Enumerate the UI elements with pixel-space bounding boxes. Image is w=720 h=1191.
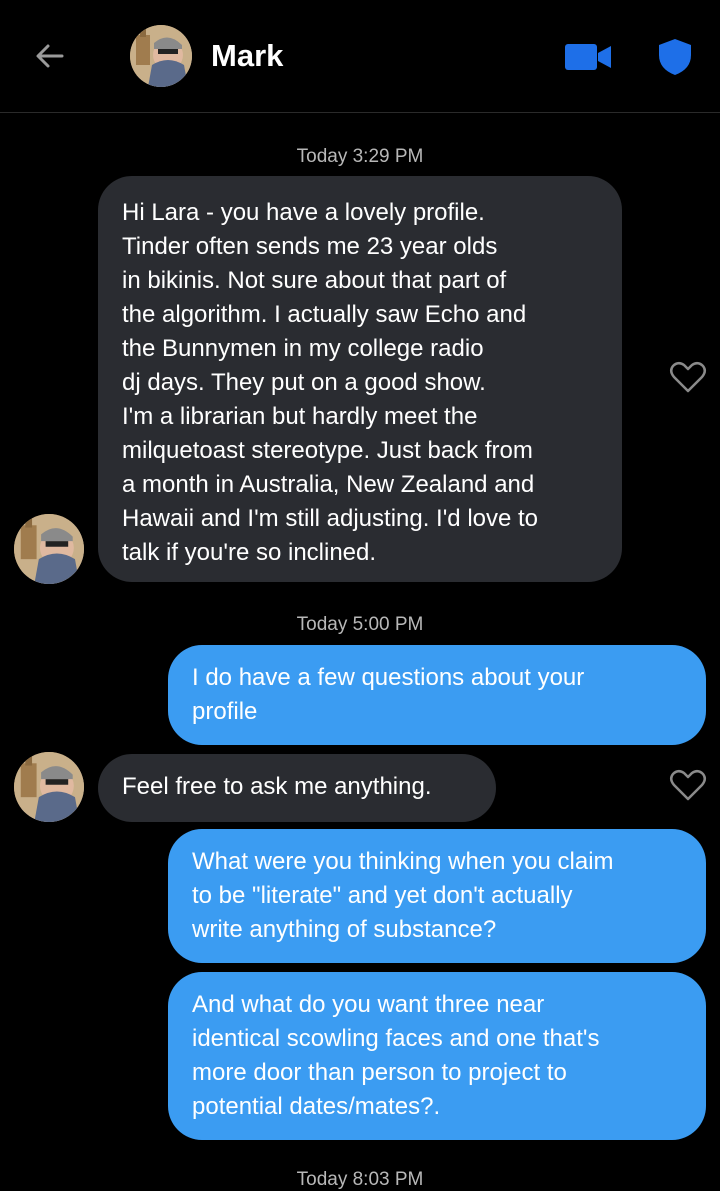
sender-avatar[interactable]: [14, 752, 84, 822]
message-line: write anything of substance?: [192, 916, 497, 943]
message-line: I'm a librarian but hardly meet the: [122, 403, 478, 430]
sender-avatar[interactable]: [14, 514, 84, 584]
message-line: talk if you're so inclined.: [122, 539, 377, 566]
message-line: a month in Australia, New Zealand and: [122, 471, 535, 498]
message-line: What were you thinking when you claim: [192, 848, 614, 875]
like-heart-icon[interactable]: [669, 768, 707, 802]
incoming-message-bubble[interactable]: Feel free to ask me anything.: [98, 754, 496, 822]
message-timestamp: Today 8:03 PM: [296, 1169, 424, 1190]
message-timestamp: Today 5:00 PM: [296, 614, 424, 635]
message-timestamp: Today 3:29 PM: [296, 146, 424, 167]
message-line: in bikinis. Not sure about that part of: [122, 267, 507, 294]
contact-avatar[interactable]: [130, 25, 192, 87]
message-line: Feel free to ask me anything.: [122, 773, 432, 800]
message-line: I do have a few questions about your: [192, 664, 585, 691]
message-line: And what do you want three near: [192, 991, 545, 1018]
message-line: profile: [192, 698, 258, 725]
shield-icon[interactable]: [657, 37, 693, 77]
outgoing-message-bubble[interactable]: I do have a few questions about your pro…: [168, 645, 706, 745]
message-line: dj days. They put on a good show.: [122, 369, 486, 396]
outgoing-message-bubble[interactable]: What were you thinking when you claim to…: [168, 829, 706, 963]
outgoing-message-bubble[interactable]: And what do you want three near identica…: [168, 972, 706, 1140]
message-line: potential dates/mates?.: [192, 1093, 441, 1120]
video-call-icon[interactable]: [565, 41, 613, 73]
message-line: milquetoast stereotype. Just back from: [122, 437, 533, 464]
top-bar: Mark: [0, 0, 720, 113]
message-line: more door than person to project to: [192, 1059, 567, 1086]
message-line: the Bunnymen in my college radio: [122, 335, 484, 362]
message-line: identical scowling faces and one that's: [192, 1025, 600, 1052]
message-line: the algorithm. I actually saw Echo and: [122, 301, 527, 328]
incoming-message-bubble[interactable]: Hi Lara - you have a lovely profile. Tin…: [98, 176, 622, 582]
contact-name[interactable]: Mark: [211, 38, 283, 74]
back-arrow-icon[interactable]: [30, 36, 70, 76]
message-line: Hawaii and I'm still adjusting. I'd love…: [122, 505, 539, 532]
like-heart-icon[interactable]: [669, 360, 707, 394]
message-line: to be "literate" and yet don't actually: [192, 882, 573, 909]
message-line: Hi Lara - you have a lovely profile.: [122, 199, 485, 226]
message-line: Tinder often sends me 23 year olds: [122, 233, 498, 260]
